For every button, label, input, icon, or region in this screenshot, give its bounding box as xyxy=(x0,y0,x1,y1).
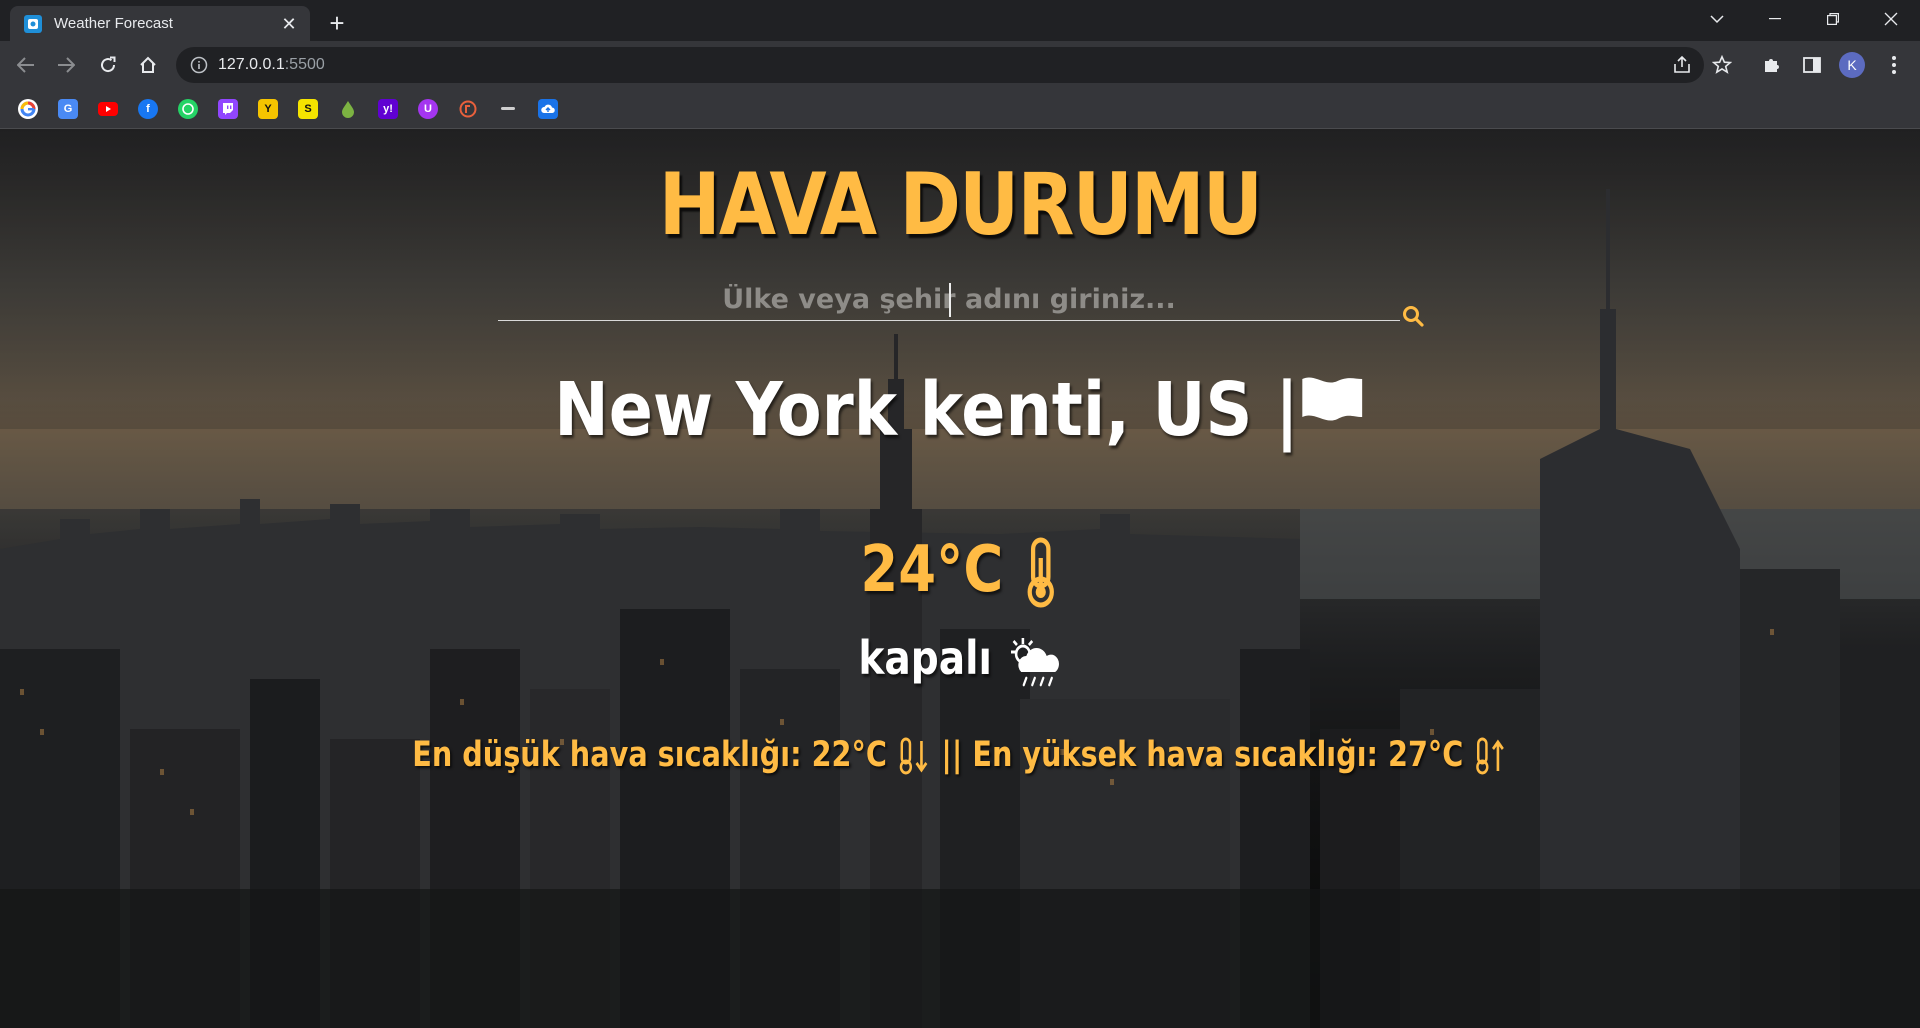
avatar: K xyxy=(1839,52,1865,78)
close-window-button[interactable] xyxy=(1862,0,1920,38)
flag-icon xyxy=(1302,377,1363,421)
home-icon xyxy=(140,56,156,73)
bookmarks-bar: G f Y S y! U xyxy=(0,89,1920,129)
city-line: New York kenti, US | xyxy=(115,367,1805,453)
back-arrow-icon xyxy=(17,57,34,73)
translate-icon[interactable]: G xyxy=(58,99,78,119)
udemy-icon[interactable]: U xyxy=(418,99,438,119)
search-icon xyxy=(1403,306,1424,327)
minimize-button[interactable] xyxy=(1746,0,1804,38)
facebook-icon[interactable]: f xyxy=(138,99,158,119)
restore-button[interactable] xyxy=(1804,0,1862,38)
search-bar xyxy=(498,279,1402,321)
thermometer-icon xyxy=(1027,537,1055,608)
yahoo-icon[interactable]: y! xyxy=(378,99,398,119)
min-temperature: En düşük hava sıcaklığı: 22°C xyxy=(412,735,887,775)
extensions-button[interactable] xyxy=(1756,49,1788,81)
url-text: 127.0.0.1:5500 xyxy=(218,56,325,74)
reload-icon xyxy=(101,56,116,73)
thermometer-down-icon xyxy=(899,737,928,775)
bookmark-s-icon[interactable]: S xyxy=(298,99,318,119)
dash-icon[interactable] xyxy=(498,99,518,119)
address-bar[interactable]: 127.0.0.1:5500 xyxy=(176,47,1704,83)
reload-button[interactable] xyxy=(92,49,124,81)
weather-description: kapalı xyxy=(858,631,992,685)
browser-toolbar: 127.0.0.1:5500 K xyxy=(0,41,1920,89)
cloud-sun-rain-icon xyxy=(1010,637,1059,686)
puzzle-icon xyxy=(1765,59,1779,72)
google-icon[interactable] xyxy=(18,99,38,119)
thermometer-up-icon xyxy=(1476,737,1504,775)
drop-icon[interactable] xyxy=(338,99,358,119)
forward-arrow-icon xyxy=(58,57,75,73)
weather-page: HAVA DURUMU New York kenti, US | 24°C ka… xyxy=(0,129,1920,1028)
back-button[interactable] xyxy=(10,49,42,81)
browser-tab[interactable]: Weather Forecast ✕ xyxy=(10,6,310,41)
tab-title: Weather Forecast xyxy=(54,15,173,32)
site-info-icon[interactable] xyxy=(190,56,208,74)
temperature-line: 24°C xyxy=(144,533,1776,610)
text-caret xyxy=(949,283,951,317)
bookmark-star-icon[interactable] xyxy=(1712,55,1732,75)
new-tab-button[interactable]: + xyxy=(322,9,352,39)
search-button[interactable] xyxy=(1398,301,1428,331)
url-port: :5500 xyxy=(284,56,325,73)
page-title: HAVA DURUMU xyxy=(658,155,1263,255)
city-name: New York kenti, US | xyxy=(554,367,1299,453)
bookmark-orange-icon[interactable] xyxy=(458,99,478,119)
temperature-value: 24°C xyxy=(860,533,1004,607)
side-panel-icon xyxy=(1803,57,1821,73)
profile-button[interactable]: K xyxy=(1836,49,1868,81)
side-panel-button[interactable] xyxy=(1796,49,1828,81)
weather-favicon-icon xyxy=(24,14,42,33)
url-host: 127.0.0.1 xyxy=(218,56,285,73)
youtube-icon[interactable] xyxy=(98,99,118,119)
menu-button[interactable] xyxy=(1878,49,1910,81)
home-button[interactable] xyxy=(132,49,164,81)
min-max-separator: || xyxy=(941,735,963,775)
tab-close-button[interactable]: ✕ xyxy=(278,13,300,35)
min-max-line: En düşük hava sıcaklığı: 22°C || En yüks… xyxy=(173,735,1747,775)
max-temperature: En yüksek hava sıcaklığı: 27°C xyxy=(972,735,1464,775)
description-line: kapalı xyxy=(144,631,1776,688)
kebab-menu-icon xyxy=(1892,56,1896,74)
window-controls xyxy=(1688,0,1920,38)
forward-button[interactable] xyxy=(50,49,82,81)
whatsapp-icon[interactable] xyxy=(178,99,198,119)
share-icon[interactable] xyxy=(1672,55,1692,75)
tab-strip: Weather Forecast ✕ + xyxy=(0,0,1920,41)
bookmark-y-icon[interactable]: Y xyxy=(258,99,278,119)
twitch-icon[interactable] xyxy=(218,99,238,119)
tab-search-icon[interactable] xyxy=(1688,0,1746,38)
cloud-upload-icon[interactable] xyxy=(538,99,558,119)
